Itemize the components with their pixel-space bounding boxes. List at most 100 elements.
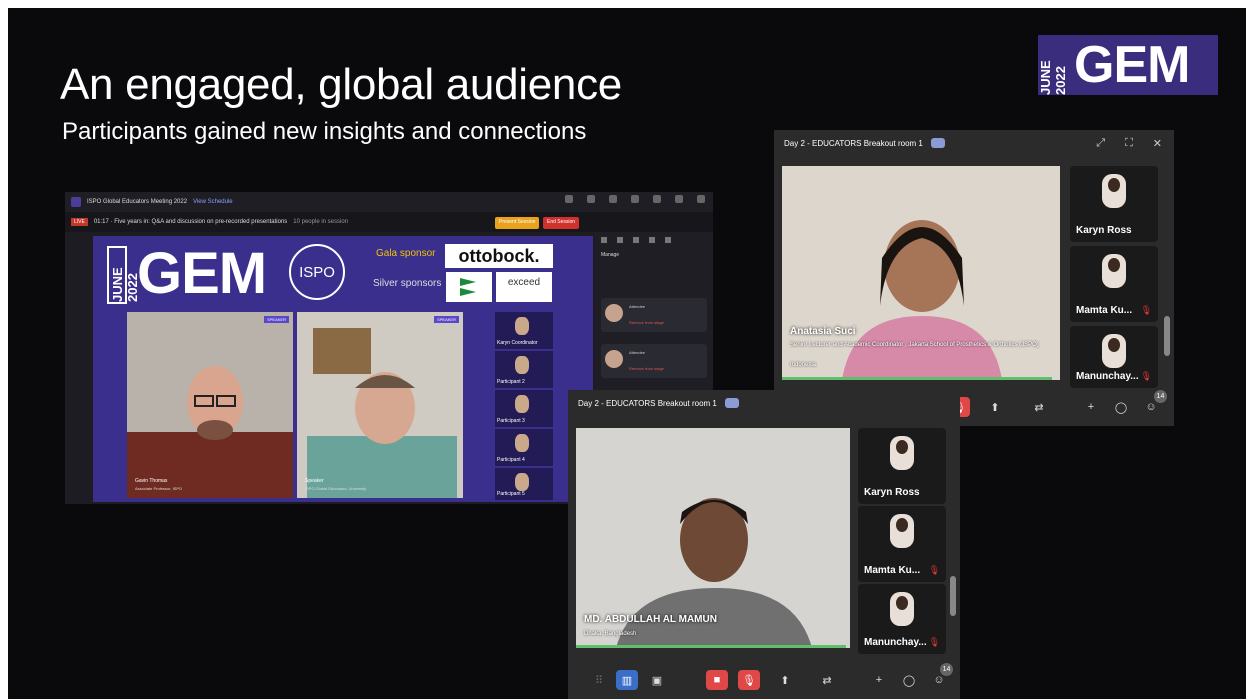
remove-from-stage-link[interactable]: Remove from stage xyxy=(629,320,664,325)
main-speaker-country: Indonesia xyxy=(790,362,817,368)
bell-icon[interactable] xyxy=(675,195,683,203)
attendee-tile[interactable]: Participant 4 xyxy=(495,429,553,466)
stage-area: JUNE 2022 GEM ISPO Gala sponsor ottobock… xyxy=(93,236,593,502)
live-badge: LIVE xyxy=(71,218,88,226)
slide-subtitle: Participants gained new insights and con… xyxy=(62,118,587,145)
people-icon[interactable] xyxy=(587,195,595,203)
session-people-count: 10 people in session xyxy=(293,219,349,225)
tile-scrollbar[interactable] xyxy=(1164,316,1170,356)
stage-request-card[interactable]: Attendee Remove from stage xyxy=(601,344,707,378)
mic-off-button[interactable]: 🎙 xyxy=(738,670,760,690)
participant-name: Karyn Ross xyxy=(1076,225,1132,236)
meeting-1-header: Day 2 - EDUCATORS Breakout room 1 ⤢ ⛶ ✕ xyxy=(774,130,1174,156)
attendee-tile[interactable]: Karyn Coordinator xyxy=(495,312,553,349)
gem-logo: JUNE 2022 GEM xyxy=(1038,35,1218,95)
banner-gem-year: JUNE 2022 xyxy=(107,246,140,304)
chat-tab-icon[interactable] xyxy=(601,237,607,243)
speaker-1-tag: SPEAKER xyxy=(264,316,289,323)
room-emoji-icon xyxy=(930,138,945,148)
avatar xyxy=(605,304,623,322)
grid-icon[interactable] xyxy=(565,195,573,203)
avatar xyxy=(515,395,529,413)
speaker-video-2: SPEAKER Speaker ISPO Global Educators, U… xyxy=(297,312,463,498)
add-people-button[interactable]: + xyxy=(1080,397,1102,417)
participants-count-badge: 14 xyxy=(940,663,953,676)
attendee-name: Participant 2 xyxy=(497,379,525,385)
silver-sponsors-label: Silver sponsors xyxy=(373,278,442,289)
side-panel-heading: Manage xyxy=(601,252,620,258)
chat-button[interactable]: ◯ xyxy=(1110,397,1132,417)
avatar xyxy=(515,473,529,491)
side-panel-tabs xyxy=(595,232,713,248)
participant-name: Manunchay... xyxy=(1076,371,1139,382)
stage-icon[interactable] xyxy=(631,195,639,203)
settings-icon[interactable] xyxy=(697,195,705,203)
participants-count-badge: 14 xyxy=(1154,390,1167,403)
platform-top-bar: ISPO Global Educators Meeting 2022 View … xyxy=(65,192,713,212)
avatar xyxy=(890,436,914,470)
speaker-1-name: Gavin Thomas xyxy=(135,478,168,484)
sidebar-view-icon[interactable]: ▥ xyxy=(616,670,638,690)
fullscreen-icon[interactable]: ⛶ xyxy=(1125,137,1133,150)
session-bar: LIVE 01:17 · Five years in: Q&A and disc… xyxy=(65,212,713,232)
view-schedule-link[interactable]: View Schedule xyxy=(193,199,233,205)
card-name: Attendee xyxy=(629,304,646,309)
participant-tile[interactable]: Mamta Ku... 🎙 xyxy=(1070,246,1158,322)
stripes-logo-icon xyxy=(460,278,476,296)
speaker-1-affiliation: Associate Professor, ISPO xyxy=(135,486,183,491)
attendee-tile[interactable]: Participant 5 xyxy=(495,468,553,500)
slide-title: An engaged, global audience xyxy=(60,60,622,109)
main-speaker-location: Dhaka, Bangladesh xyxy=(584,631,637,637)
grid-view-icon[interactable]: ⠿ xyxy=(588,670,610,690)
speaker-2-figure xyxy=(297,312,463,498)
share-screen-button[interactable]: ⬆ xyxy=(984,397,1006,417)
settings-button[interactable]: ⇄ xyxy=(816,670,838,690)
avatar xyxy=(605,350,623,368)
camera-off-button[interactable]: ■ xyxy=(706,670,728,690)
participant-name: Mamta Ku... xyxy=(864,565,921,576)
spotlight-view-icon[interactable]: ▣ xyxy=(646,670,668,690)
share-screen-button[interactable]: ⬆ xyxy=(774,670,796,690)
meeting-2-header: Day 2 - EDUCATORS Breakout room 1 xyxy=(568,390,960,416)
participant-name: Karyn Ross xyxy=(864,487,920,498)
participant-tile[interactable]: Manunchay... 🎙 xyxy=(858,584,946,654)
avatar xyxy=(515,434,529,452)
avatar xyxy=(1102,174,1126,208)
poll-tab-icon[interactable] xyxy=(633,237,639,243)
participant-tile[interactable]: Karyn Ross xyxy=(1070,166,1158,242)
participant-tile[interactable]: Mamta Ku... 🎙 xyxy=(858,506,946,582)
end-session-button[interactable]: End Session xyxy=(543,217,580,229)
chat-button[interactable]: ◯ xyxy=(898,670,920,690)
present-session-button[interactable]: Present Session xyxy=(495,217,540,229)
popout-icon[interactable]: ⤢ xyxy=(1096,137,1105,150)
people-tab-icon[interactable] xyxy=(617,237,623,243)
participant-name: Mamta Ku... xyxy=(1076,305,1133,316)
remove-from-stage-link[interactable]: Remove from stage xyxy=(629,366,664,371)
participant-tile[interactable]: Manunchay... 🎙 xyxy=(1070,326,1158,388)
tile-scrollbar[interactable] xyxy=(950,576,956,616)
add-people-button[interactable]: + xyxy=(868,670,890,690)
qa-tab-icon[interactable] xyxy=(649,237,655,243)
mic-off-icon: 🎙 xyxy=(1140,371,1152,381)
files-tab-icon[interactable] xyxy=(665,237,671,243)
ottobock-logo: ottobock. xyxy=(445,244,553,268)
participant-tile[interactable]: Karyn Ross xyxy=(858,428,946,504)
close-icon[interactable]: ✕ xyxy=(1153,137,1162,150)
attendee-name: Participant 4 xyxy=(497,457,525,463)
speaker-2-name: Speaker xyxy=(305,478,324,484)
settings-button[interactable]: ⇄ xyxy=(1028,397,1050,417)
room-icon[interactable] xyxy=(653,195,661,203)
participant-name: Manunchay... xyxy=(864,637,927,648)
ispo-emblem: ISPO xyxy=(289,244,345,300)
chat-icon[interactable] xyxy=(609,195,617,203)
exceed-logo: exceed xyxy=(496,272,552,302)
stage-request-card[interactable]: Attendee Remove from stage xyxy=(601,298,707,332)
room-emoji-icon xyxy=(724,398,739,408)
speaking-indicator xyxy=(782,377,1052,380)
speaker-video-1: SPEAKER Gavin Thomas Associate Professor… xyxy=(127,312,293,498)
attendee-tile[interactable]: Participant 3 xyxy=(495,390,553,427)
mic-off-icon: 🎙 xyxy=(1140,305,1152,315)
silver-sponsor-logo-1 xyxy=(446,272,492,302)
attendee-tile[interactable]: Participant 2 xyxy=(495,351,553,388)
meeting-2-title: Day 2 - EDUCATORS Breakout room 1 xyxy=(578,398,717,408)
